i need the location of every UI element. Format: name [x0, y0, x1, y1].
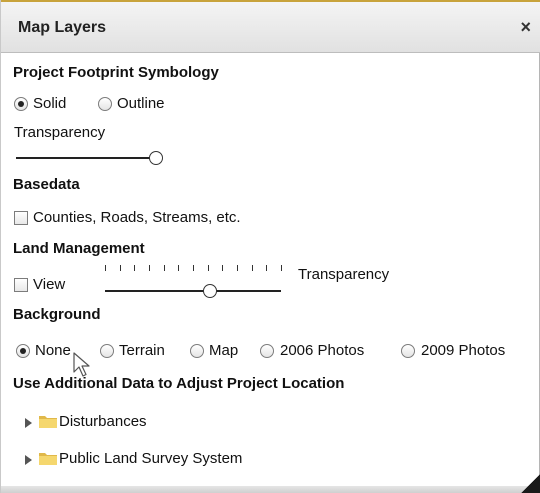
slider-tick: [252, 265, 253, 271]
slider-tick: [105, 265, 106, 271]
background-map-radio[interactable]: [190, 344, 204, 358]
background-2006-photos-radio[interactable]: [260, 344, 274, 358]
footprint-solid-label[interactable]: Solid: [33, 95, 66, 112]
background-none-radio[interactable]: [16, 344, 30, 358]
background-terrain-label[interactable]: Terrain: [119, 342, 165, 359]
land-management-view-checkbox[interactable]: [14, 278, 28, 292]
panel-title: Map Layers: [18, 19, 107, 36]
basedata-checkbox-label[interactable]: Counties, Roads, Streams, etc.: [33, 209, 241, 226]
background-2009-photos-label[interactable]: 2009 Photos: [421, 342, 505, 359]
slider-tick: [164, 265, 165, 271]
slider-tick: [134, 265, 135, 271]
basedata-checkbox[interactable]: [14, 211, 28, 225]
mouse-pointer-icon: [73, 352, 90, 377]
background-map-label[interactable]: Map: [209, 342, 238, 359]
slider-tick: [281, 265, 282, 271]
background-none-label[interactable]: None: [35, 342, 71, 359]
titlebar[interactable]: Map Layers ×: [1, 0, 540, 53]
land-management-slider-ticks: [105, 265, 282, 271]
basedata-heading: Basedata: [13, 176, 80, 193]
close-icon[interactable]: ×: [520, 17, 531, 38]
slider-tick: [120, 265, 121, 271]
footprint-heading: Project Footprint Symbology: [13, 64, 219, 81]
land-management-transparency-label: Transparency: [298, 266, 390, 283]
slider-tick: [193, 265, 194, 271]
expand-arrow-icon[interactable]: [25, 455, 32, 465]
background-2009-photos-radio[interactable]: [401, 344, 415, 358]
footprint-transparency-label: Transparency: [14, 124, 106, 141]
background-terrain-radio[interactable]: [100, 344, 114, 358]
slider-tick: [149, 265, 150, 271]
folder-icon: [39, 453, 57, 465]
footprint-outline-radio[interactable]: [98, 97, 112, 111]
background-2006-photos-label[interactable]: 2006 Photos: [280, 342, 364, 359]
footprint-solid-radio[interactable]: [14, 97, 28, 111]
slider-tick: [178, 265, 179, 271]
footprint-outline-label[interactable]: Outline: [117, 95, 165, 112]
slider-tick: [222, 265, 223, 271]
slider-tick: [237, 265, 238, 271]
map-layers-panel: Map Layers × Project Footprint Symbology…: [0, 0, 540, 493]
slider-tick: [266, 265, 267, 271]
land-management-slider-thumb[interactable]: [203, 284, 217, 298]
additional-data-heading: Use Additional Data to Adjust Project Lo…: [13, 375, 345, 392]
land-management-view-label[interactable]: View: [33, 276, 65, 293]
folder-icon: [39, 416, 57, 428]
land-management-slider-track[interactable]: [105, 290, 281, 292]
panel-bottom-edge: [1, 486, 540, 493]
tree-item-label[interactable]: Public Land Survey System: [59, 450, 242, 467]
background-heading: Background: [13, 306, 101, 323]
footprint-slider-thumb[interactable]: [149, 151, 163, 165]
land-management-heading: Land Management: [13, 240, 145, 257]
resize-handle[interactable]: [521, 474, 540, 493]
expand-arrow-icon[interactable]: [25, 418, 32, 428]
footprint-slider-track[interactable]: [16, 157, 154, 159]
slider-tick: [208, 265, 209, 271]
tree-item-label[interactable]: Disturbances: [59, 413, 147, 430]
